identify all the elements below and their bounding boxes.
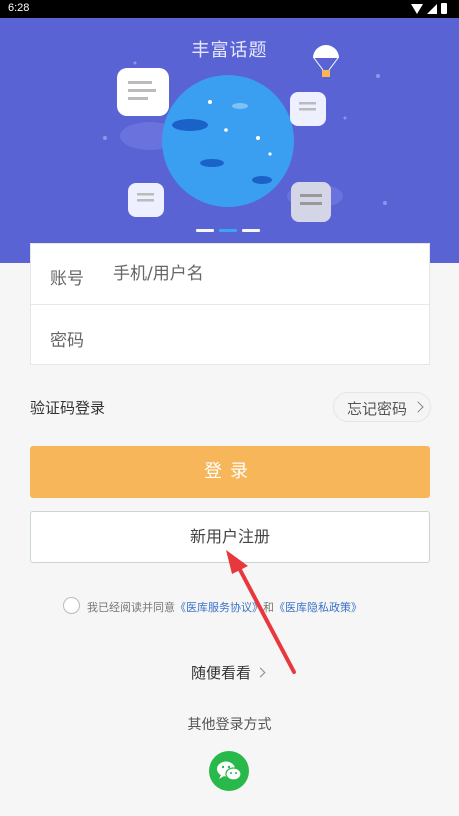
browse-link[interactable]: 随便看看 [191,662,266,683]
account-row: 账号 [31,244,429,305]
account-input[interactable] [113,258,413,290]
carousel-dot [242,229,260,232]
topic-banner[interactable]: 丰富话题 [0,18,459,263]
forgot-password-button[interactable]: 忘记密码 [333,392,431,422]
service-agreement-link[interactable]: 《医库服务协议》 [175,601,263,614]
carousel-indicator [196,229,260,232]
agreement-and: 和 [263,601,274,614]
battery-icon [441,3,447,14]
password-label: 密码 [50,331,84,351]
wechat-icon [217,761,242,781]
carousel-dot [196,229,214,232]
password-input[interactable] [113,320,413,352]
browse-label: 随便看看 [191,664,252,682]
register-button[interactable]: 新用户注册 [30,511,430,563]
login-form: 账号 密码 [30,243,430,365]
status-icons [411,3,447,14]
wifi-icon [411,3,423,14]
privacy-policy-link[interactable]: 《医库隐私政策》 [274,601,362,614]
password-row: 密码 [31,306,429,367]
sms-login-link[interactable]: 验证码登录 [30,397,105,418]
carousel-dot-active [219,229,237,232]
status-time: 6:28 [8,2,30,14]
signal-icon [427,3,437,14]
other-login-title: 其他登录方式 [187,717,272,733]
chevron-right-icon [255,667,266,678]
agreement-checkbox[interactable] [63,597,80,614]
wechat-login-button[interactable] [209,751,249,791]
account-label: 账号 [50,269,84,289]
agreement-prefix: 我已经阅读并同意 [87,601,175,614]
login-button[interactable]: 登录 [30,446,430,498]
banner-title: 丰富话题 [191,40,268,61]
status-bar: 6:28 [0,0,459,18]
chevron-right-icon [412,401,424,413]
agreement-text: 我已经阅读并同意《医库服务协议》和《医库隐私政策》 [87,599,362,615]
forgot-password-label: 忘记密码 [347,400,408,418]
